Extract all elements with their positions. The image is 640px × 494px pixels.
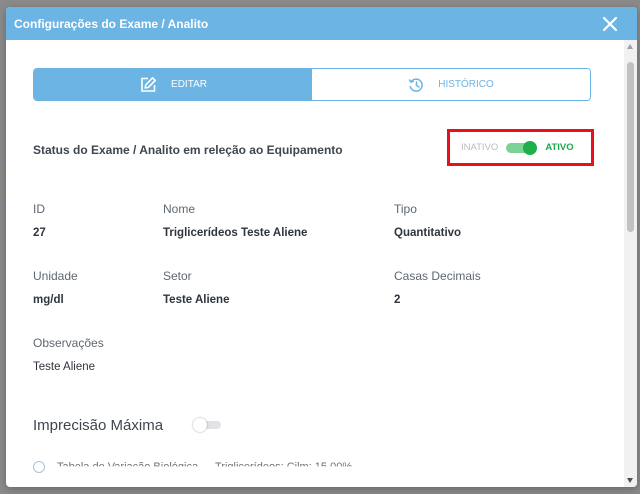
tab-historico[interactable]: HISTÓRICO <box>312 69 590 100</box>
close-icon <box>602 16 618 31</box>
imprecisao-option-label: Tabela de Variação Biológica — Triglicer… <box>57 461 353 473</box>
modal-header: Configurações do Exame / Analito <box>6 7 637 40</box>
modal-title: Configurações do Exame / Analito <box>14 16 209 31</box>
status-toggle[interactable] <box>506 140 538 155</box>
field-unidade: Unidade mg/dl <box>33 269 78 306</box>
field-setor-value: Teste Aliene <box>163 294 230 306</box>
field-unidade-label: Unidade <box>33 269 78 283</box>
modal-body[interactable]: EDITAR HISTÓRICO Status do Exame / Anali… <box>6 40 624 487</box>
field-casas-decimais-value: 2 <box>394 294 401 306</box>
field-id-value: 27 <box>33 227 46 239</box>
imprecisao-title: Imprecisão Máxima <box>33 417 164 434</box>
field-nome-value: Triglicerídeos Teste Aliene <box>163 227 308 239</box>
imprecisao-option-radio[interactable] <box>33 461 45 473</box>
tab-editar-label: EDITAR <box>171 79 207 90</box>
field-id-label: ID <box>33 202 45 216</box>
tab-historico-label: HISTÓRICO <box>438 79 494 90</box>
field-id: ID 27 <box>33 202 46 239</box>
imprecisao-toggle[interactable] <box>193 418 223 432</box>
status-on-label: ATIVO <box>545 142 574 153</box>
tab-editar[interactable]: EDITAR <box>34 69 312 100</box>
status-off-label: INATIVO <box>461 142 499 153</box>
field-tipo-label: Tipo <box>394 202 417 216</box>
status-toggle-knob <box>523 140 538 155</box>
close-button[interactable] <box>599 13 621 35</box>
imprecisao-toggle-knob <box>193 418 207 432</box>
status-toggle-highlight: INATIVO ATIVO <box>447 129 594 166</box>
field-casas-decimais-label: Casas Decimais <box>394 269 481 283</box>
field-nome-label: Nome <box>163 202 196 216</box>
modal-scrollbar[interactable] <box>624 40 637 487</box>
history-icon <box>408 77 424 92</box>
field-unidade-value: mg/dl <box>33 294 64 306</box>
field-tipo-value: Quantitativo <box>394 227 462 239</box>
field-tipo: Tipo Quantitativo <box>394 202 461 239</box>
scroll-up-arrow-icon[interactable] <box>627 44 633 49</box>
scroll-down-arrow-icon[interactable] <box>627 478 633 483</box>
field-nome: Nome Triglicerídeos Teste Aliene <box>163 202 307 239</box>
field-casas-decimais: Casas Decimais 2 <box>394 269 481 306</box>
exam-config-modal: Configurações do Exame / Analito EDITAR <box>6 7 637 487</box>
field-setor-label: Setor <box>163 269 192 283</box>
status-label: Status do Exame / Analito em releção ao … <box>33 143 343 157</box>
imprecisao-option[interactable]: Tabela de Variação Biológica — Triglicer… <box>33 461 352 473</box>
edit-icon <box>141 76 157 92</box>
field-observacoes-value: Teste Aliene <box>33 361 96 373</box>
field-setor: Setor Teste Aliene <box>163 269 229 306</box>
field-observacoes: Observações Teste Aliene <box>33 336 104 373</box>
tab-bar: EDITAR HISTÓRICO <box>33 68 591 101</box>
scroll-thumb[interactable] <box>627 62 634 232</box>
field-observacoes-label: Observações <box>33 336 104 350</box>
